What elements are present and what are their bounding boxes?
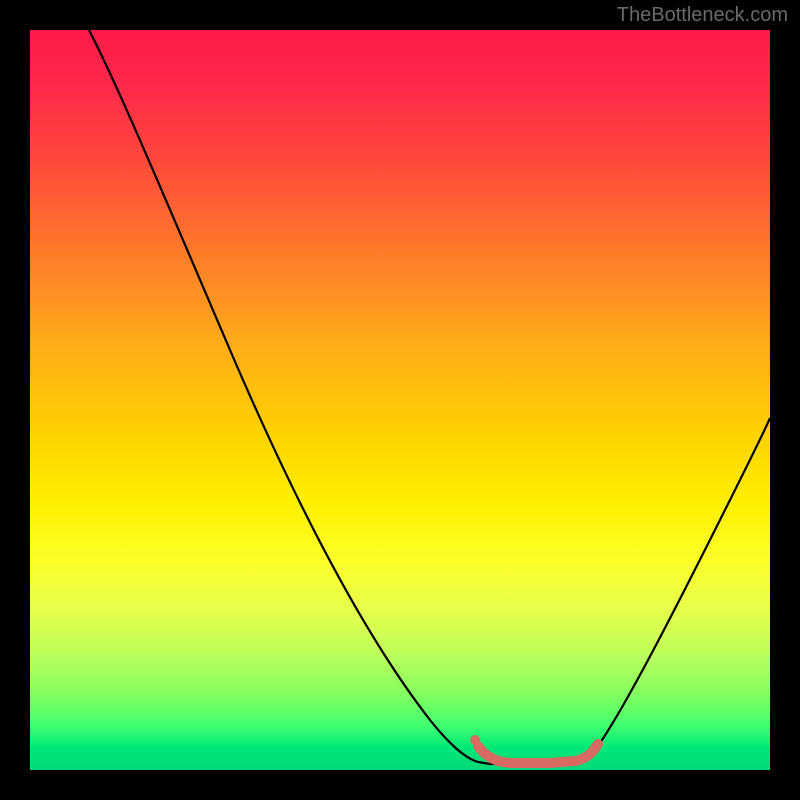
- watermark-text: TheBottleneck.com: [617, 4, 788, 27]
- pink-highlight-segment: [478, 744, 598, 763]
- plot-area: [30, 30, 770, 770]
- black-curve: [89, 30, 770, 764]
- chart-svg: [30, 30, 770, 770]
